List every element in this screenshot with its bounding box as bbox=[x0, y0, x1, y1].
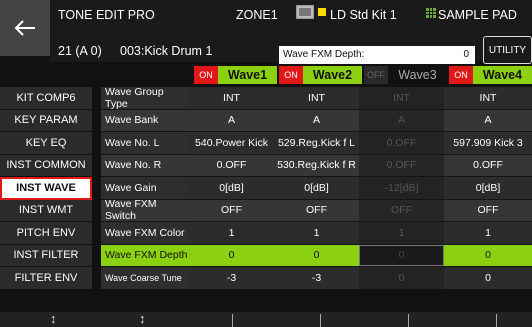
knob-bar bbox=[0, 312, 532, 327]
menu-item-key-param[interactable]: KEY PARAM bbox=[0, 109, 92, 132]
knob-divider bbox=[232, 314, 233, 327]
cell-wave1[interactable]: OFF bbox=[189, 199, 274, 221]
table-row: Wave FXM Color 1 1 1 1 bbox=[101, 222, 532, 245]
table-row: Wave Bank A A A A bbox=[101, 109, 532, 132]
screen-title: TONE EDIT PRO bbox=[58, 8, 155, 22]
menu-item-inst-filter[interactable]: INST FILTER bbox=[0, 244, 92, 267]
cell-wave1[interactable]: 0[dB] bbox=[189, 177, 274, 199]
back-button[interactable] bbox=[0, 0, 50, 56]
wave3-switch[interactable]: OFF bbox=[364, 66, 388, 84]
table-row: Wave No. R 0.OFF 530.Reg.Kick f R 0.OFF … bbox=[101, 154, 532, 177]
knob-divider bbox=[408, 314, 409, 327]
wave1-header[interactable]: ON Wave1 bbox=[194, 66, 277, 84]
up-down-arrow-icon[interactable]: ↕ bbox=[139, 311, 146, 326]
table-row: Wave Coarse Tune -3 -3 0 0 bbox=[101, 267, 532, 290]
menu-item-inst-wave[interactable]: INST WAVE bbox=[0, 177, 92, 200]
cell-wave4[interactable]: OFF bbox=[444, 199, 532, 221]
menu-item-pitch-env[interactable]: PITCH ENV bbox=[0, 222, 92, 245]
back-arrow-icon bbox=[14, 20, 35, 36]
cell-wave1[interactable]: 0 bbox=[189, 244, 274, 266]
cell-wave2[interactable]: 529.Reg.Kick f L bbox=[274, 132, 359, 154]
row-label: Wave FXM Color bbox=[101, 222, 189, 244]
cell-wave2[interactable]: A bbox=[274, 109, 359, 131]
cell-wave4[interactable]: A bbox=[444, 109, 532, 131]
row-label: Wave No. L bbox=[101, 132, 189, 154]
parameter-table: Wave Group Type INT INT INT INT Wave Ban… bbox=[101, 86, 532, 290]
menu-item-inst-wmt[interactable]: INST WMT bbox=[0, 199, 92, 222]
wave2-name: Wave2 bbox=[303, 66, 362, 84]
utility-button[interactable]: UTILITY bbox=[483, 36, 532, 64]
knob-divider bbox=[320, 314, 321, 327]
wave2-switch[interactable]: ON bbox=[279, 66, 303, 84]
kit-name: LD Std Kit 1 bbox=[330, 8, 397, 22]
cell-wave2[interactable]: -3 bbox=[274, 267, 359, 289]
zone-label: ZONE1 bbox=[236, 8, 278, 22]
row-label: Wave FXM Switch bbox=[101, 198, 189, 222]
wave1-name: Wave1 bbox=[218, 66, 277, 84]
cell-wave1[interactable]: A bbox=[189, 109, 274, 131]
wave3-header[interactable]: OFF Wave3 bbox=[364, 66, 447, 84]
wave2-header[interactable]: ON Wave2 bbox=[279, 66, 362, 84]
table-row: Wave FXM Switch OFF OFF OFF OFF bbox=[101, 198, 532, 222]
wave1-switch[interactable]: ON bbox=[194, 66, 218, 84]
table-row: Wave No. L 540.Power Kick 529.Reg.Kick f… bbox=[101, 132, 532, 155]
row-label: Wave Gain bbox=[101, 177, 189, 199]
cell-wave2[interactable]: INT bbox=[274, 87, 359, 109]
row-label: Wave Group Type bbox=[101, 86, 189, 110]
cell-wave4[interactable]: 597.909 Kick 3 bbox=[444, 132, 532, 154]
cell-wave4[interactable]: 0 bbox=[444, 267, 532, 289]
cell-wave3[interactable]: 0 bbox=[359, 244, 444, 266]
menu-item-inst-common[interactable]: INST COMMON bbox=[0, 154, 92, 177]
cell-wave3[interactable]: 0.OFF bbox=[359, 132, 444, 154]
cell-wave4[interactable]: INT bbox=[444, 87, 532, 109]
table-row: Wave Gain 0[dB] 0[dB] -12[dB] 0[dB] bbox=[101, 177, 532, 200]
cell-wave1[interactable]: INT bbox=[189, 87, 274, 109]
cell-wave2[interactable]: 530.Reg.Kick f R bbox=[274, 154, 359, 176]
cell-wave1[interactable]: 0.OFF bbox=[189, 154, 274, 176]
cell-wave3[interactable]: -12[dB] bbox=[359, 177, 444, 199]
grid-pad-icon bbox=[426, 8, 436, 18]
cell-wave3[interactable]: 0 bbox=[359, 267, 444, 289]
cell-wave3[interactable]: 0.OFF bbox=[359, 154, 444, 176]
parameter-value: 0 bbox=[463, 49, 469, 60]
note-number: 21 (A 0) bbox=[58, 44, 102, 58]
parameter-display: Wave FXM Depth: 0 bbox=[279, 46, 475, 64]
cell-wave4[interactable]: 0.OFF bbox=[444, 154, 532, 176]
kit-image-icon bbox=[296, 5, 314, 19]
cell-wave2[interactable]: 0 bbox=[274, 244, 359, 266]
menu-item-key-eq[interactable]: KEY EQ bbox=[0, 132, 92, 155]
sample-pad-button[interactable]: SAMPLE PAD bbox=[438, 8, 517, 22]
wave3-name: Wave3 bbox=[398, 68, 437, 82]
cell-wave4[interactable]: 0 bbox=[444, 244, 532, 266]
wave4-name: Wave4 bbox=[473, 66, 532, 84]
instrument-name: 003:Kick Drum 1 bbox=[120, 44, 213, 58]
cell-wave2[interactable]: OFF bbox=[274, 199, 359, 221]
row-label: Wave Bank bbox=[101, 109, 189, 131]
menu-item-filter-env[interactable]: FILTER ENV bbox=[0, 267, 92, 290]
row-label: Wave No. R bbox=[101, 154, 189, 176]
cell-wave3[interactable]: OFF bbox=[359, 199, 444, 221]
cell-wave2[interactable]: 0[dB] bbox=[274, 177, 359, 199]
menu-item-kit-comp6[interactable]: KIT COMP6 bbox=[0, 87, 92, 110]
cell-wave1[interactable]: -3 bbox=[189, 267, 274, 289]
left-menu: KIT COMP6 KEY PARAM KEY EQ INST COMMON I… bbox=[0, 87, 92, 290]
cell-wave1[interactable]: 540.Power Kick bbox=[189, 132, 274, 154]
up-down-arrow-icon[interactable]: ↕ bbox=[50, 311, 57, 326]
cell-wave4[interactable]: 1 bbox=[444, 222, 532, 244]
table-row-selected: Wave FXM Depth 0 0 0 0 bbox=[101, 244, 532, 267]
wave4-switch[interactable]: ON bbox=[449, 66, 473, 84]
cell-wave1[interactable]: 1 bbox=[189, 222, 274, 244]
table-row: Wave Group Type INT INT INT INT bbox=[101, 86, 532, 110]
cell-wave3[interactable]: A bbox=[359, 109, 444, 131]
cell-wave3[interactable]: 1 bbox=[359, 222, 444, 244]
parameter-label: Wave FXM Depth: bbox=[283, 49, 365, 60]
cell-wave3[interactable]: INT bbox=[359, 87, 444, 109]
knob-divider bbox=[496, 314, 497, 327]
cell-wave2[interactable]: 1 bbox=[274, 222, 359, 244]
cell-wave4[interactable]: 0[dB] bbox=[444, 177, 532, 199]
kit-marker-icon bbox=[318, 8, 326, 16]
row-label: Wave Coarse Tune bbox=[101, 267, 189, 289]
wave4-header[interactable]: ON Wave4 bbox=[449, 66, 532, 84]
row-label: Wave FXM Depth bbox=[101, 244, 189, 266]
